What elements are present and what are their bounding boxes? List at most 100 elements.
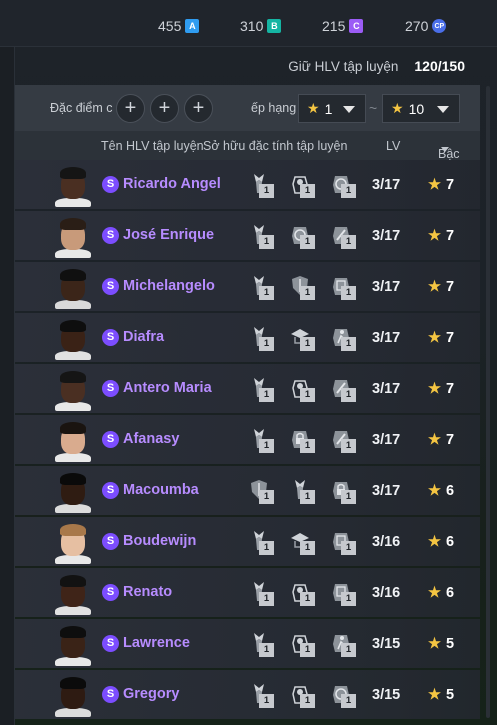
s-grade-badge: S [102,176,119,193]
col-header-lv[interactable]: LV [386,139,400,153]
coach-grade: ★ 7 [428,228,454,244]
trait-slot[interactable]: 1 [245,273,281,301]
coach-name: Diafra [123,329,165,345]
trait-slot[interactable]: 1 [327,375,363,403]
trait-slot[interactable]: 1 [245,375,281,403]
trait-slot[interactable]: 1 [245,324,281,352]
trait-slot[interactable]: 1 [245,171,281,199]
trait-slot[interactable]: 1 [327,528,363,556]
trait-slot[interactable]: 1 [286,324,322,352]
coach-row[interactable]: S Macoumba 1 1 1 3/17 ★ 6 [15,466,480,515]
s-grade-badge: S [102,431,119,448]
currency-b-value: 310 [240,18,264,34]
trait-slot[interactable]: 1 [245,528,281,556]
coach-level: 3/17 [372,228,401,244]
coach-avatar [55,522,91,564]
trait-level: 1 [341,490,356,504]
trait-slot[interactable]: 1 [327,579,363,607]
trait-slot[interactable]: 1 [286,681,322,709]
trait-level: 1 [300,439,315,453]
trait-slot[interactable]: 1 [286,375,322,403]
coach-traits: 1 1 1 [245,630,363,658]
sort-desc-icon [441,147,449,152]
currency-c: 215 C [322,18,364,34]
coach-traits: 1 1 1 [245,273,363,301]
currency-cp-icon: CP [432,19,447,33]
trait-level: 1 [259,643,274,657]
trait-slot[interactable]: 1 [327,426,363,454]
coach-row[interactable]: S Renato 1 1 1 3/16 ★ 6 [15,568,480,617]
trait-slot[interactable]: 1 [327,477,363,505]
coach-row[interactable]: S Afanasy 1 1 1 3/17 ★ 7 [15,415,480,464]
coach-row[interactable]: S Gregory 1 1 1 3/15 ★ 5 [15,670,480,719]
trait-level: 1 [259,337,274,351]
trait-slot[interactable]: 1 [327,273,363,301]
coach-traits: 1 1 1 [245,222,363,250]
rank-filter-label: ếp hạng [251,101,297,115]
coach-row[interactable]: S Antero Maria 1 1 1 3/17 ★ 7 [15,364,480,413]
coach-level: 3/16 [372,585,401,601]
coach-level: 3/17 [372,279,401,295]
rank-max-select[interactable]: ★ 10 [382,94,460,123]
trait-slot[interactable]: 1 [327,171,363,199]
add-trait-filter-button-3[interactable]: + [184,94,213,123]
trait-slot[interactable]: 1 [245,681,281,709]
trait-level: 1 [259,286,274,300]
trait-level: 1 [300,388,315,402]
star-icon: ★ [307,100,320,116]
trait-level: 1 [341,643,356,657]
coach-level: 3/17 [372,483,401,499]
trait-slot[interactable]: 1 [327,630,363,658]
trait-slot[interactable]: 1 [286,222,322,250]
coach-capacity: Giữ HLV tập luyện 120/150 [288,58,465,74]
coach-name: Ricardo Angel [123,176,221,192]
currency-b: 310 B [240,18,282,34]
trait-slot[interactable]: 1 [286,426,322,454]
coach-grade-value: 5 [446,687,455,703]
trait-level: 1 [300,541,315,555]
trait-slot[interactable]: 1 [245,630,281,658]
coach-row[interactable]: S Michelangelo 1 1 1 3/17 ★ 7 [15,262,480,311]
trait-level: 1 [341,694,356,708]
coach-row[interactable]: S Ricardo Angel 1 1 1 3/17 ★ 7 [15,160,480,209]
trait-slot[interactable]: 1 [286,528,322,556]
star-icon: ★ [428,585,441,601]
trait-slot[interactable]: 1 [245,477,281,505]
trait-slot[interactable]: 1 [245,222,281,250]
coach-avatar [55,267,91,309]
coach-row[interactable]: S Diafra 1 1 1 3/17 ★ 7 [15,313,480,362]
add-trait-filter-button-2[interactable]: + [150,94,179,123]
col-header-traits[interactable]: Sở hữu đặc tính tập luyện [203,139,347,153]
coach-grade: ★ 6 [428,483,454,499]
trait-level: 1 [259,184,274,198]
trait-slot[interactable]: 1 [245,426,281,454]
coach-row[interactable]: S José Enrique 1 1 1 3/17 ★ 7 [15,211,480,260]
trait-slot[interactable]: 1 [286,171,322,199]
coach-avatar [55,420,91,462]
coach-grade: ★ 6 [428,534,454,550]
trait-level: 1 [300,694,315,708]
trait-slot[interactable]: 1 [245,579,281,607]
trait-slot[interactable]: 1 [286,630,322,658]
coach-grade-value: 7 [446,330,455,346]
scrollbar[interactable] [486,86,490,718]
trait-slot[interactable]: 1 [327,222,363,250]
trait-slot[interactable]: 1 [286,477,322,505]
currency-c-icon: C [349,19,364,33]
coach-level: 3/16 [372,534,401,550]
s-grade-badge: S [102,584,119,601]
trait-level: 1 [300,337,315,351]
currency-a-icon: A [185,19,200,33]
s-grade-badge: S [102,278,119,295]
add-trait-filter-button-1[interactable]: + [116,94,145,123]
coach-avatar [55,471,91,513]
rank-min-select[interactable]: ★ 1 [298,94,366,123]
coach-row[interactable]: S Boudewijn 1 1 1 3/16 ★ 6 [15,517,480,566]
col-header-name[interactable]: Tên HLV tập luyện [101,139,204,153]
trait-slot[interactable]: 1 [286,273,322,301]
coach-row[interactable]: S Lawrence 1 1 1 3/15 ★ 5 [15,619,480,668]
trait-slot[interactable]: 1 [286,579,322,607]
trait-slot[interactable]: 1 [327,324,363,352]
trait-slot[interactable]: 1 [327,681,363,709]
trait-level: 1 [300,643,315,657]
